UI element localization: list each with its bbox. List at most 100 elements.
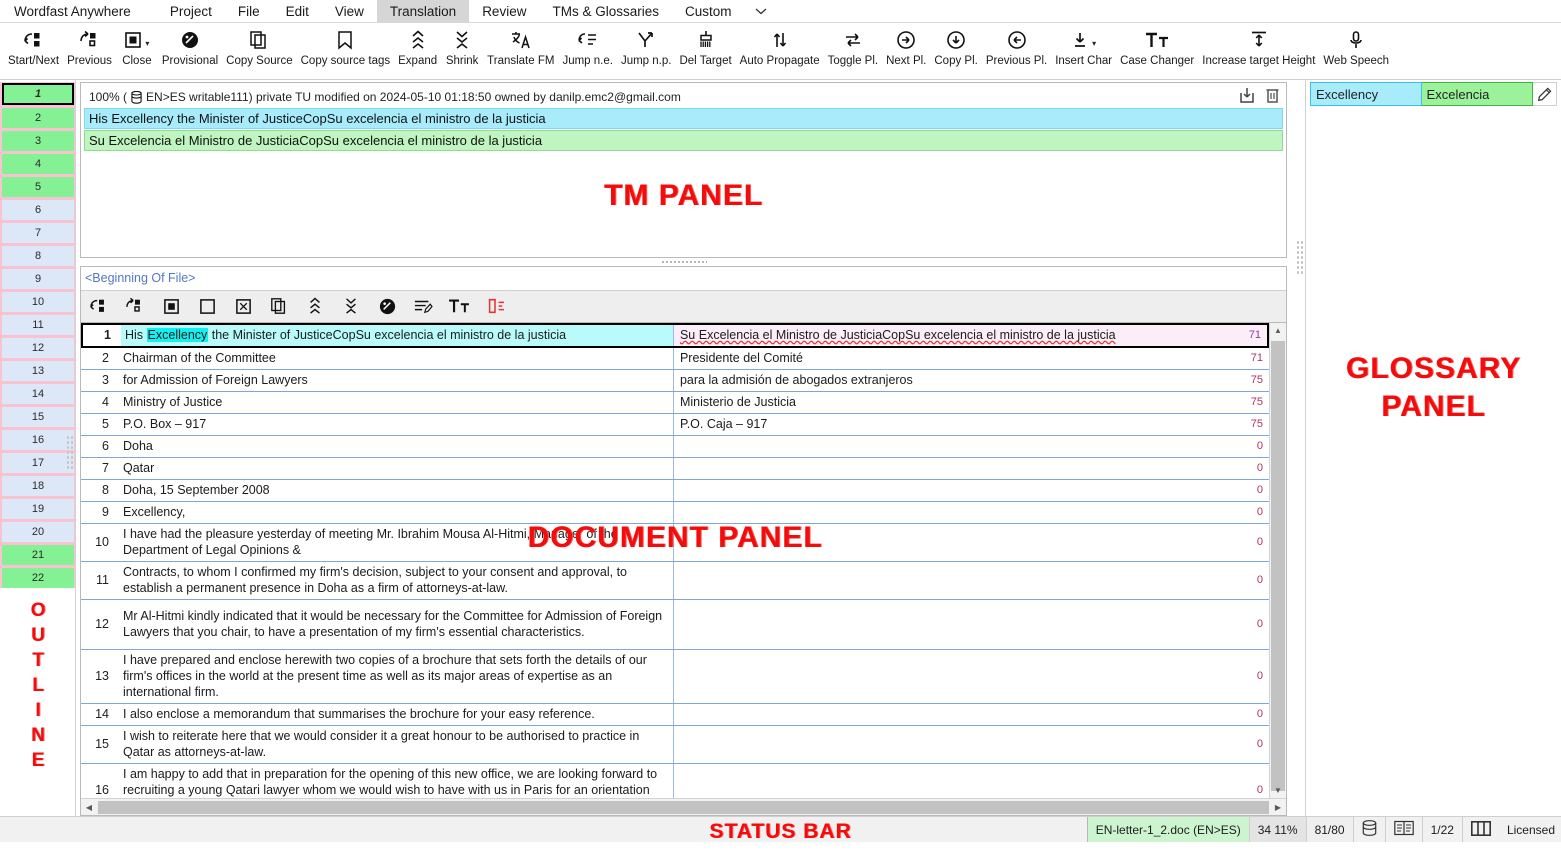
outline-segment[interactable]: 11 <box>2 315 74 335</box>
table-row[interactable]: 14 I also enclose a memorandum that summ… <box>81 703 1269 726</box>
table-row[interactable]: 10 I have had the pleasure yesterday of … <box>81 523 1269 562</box>
menu-item-custom[interactable]: Custom <box>672 0 745 22</box>
table-row[interactable]: 3 for Admission of Foreign Lawyers para … <box>81 369 1269 392</box>
previous-segment-icon[interactable] <box>123 294 147 318</box>
auto-propagate-button[interactable]: Auto Propagate <box>736 23 824 68</box>
copy-source-icon[interactable] <box>267 294 291 318</box>
pencil-edit-icon[interactable] <box>1533 82 1557 106</box>
tm-target-segment[interactable]: Su Excelencia el Ministro de JusticiaCop… <box>84 130 1283 151</box>
table-row[interactable]: 2 Chairman of the Committee Presidente d… <box>81 347 1269 370</box>
status-filename[interactable]: EN-letter-1_2.doc (EN>ES) <box>1086 817 1249 842</box>
menu-item-tms-glossaries[interactable]: TMs & Glossaries <box>539 0 672 22</box>
scroll-up-icon[interactable]: ▲ <box>1270 323 1286 339</box>
outline-segment[interactable]: 19 <box>2 499 74 519</box>
outline-segment[interactable]: 9 <box>2 269 74 289</box>
segment-target[interactable]: para la admisión de abogados extranjeros <box>674 370 1229 391</box>
outline-segment[interactable]: 8 <box>2 246 74 266</box>
outline-segment[interactable]: 2 <box>2 108 74 128</box>
menu-item-translation[interactable]: Translation <box>376 0 470 22</box>
menu-item-file[interactable]: File <box>225 0 273 22</box>
close-segment-icon[interactable] <box>159 294 183 318</box>
glossary-entry-row[interactable]: Excellency Excelencia <box>1310 82 1557 106</box>
segment-source[interactable]: Doha <box>119 435 674 457</box>
start-next-icon[interactable] <box>87 294 111 318</box>
table-row[interactable]: 15 I wish to reiterate here that we woul… <box>81 725 1269 764</box>
glossary-resize-handle[interactable] <box>1295 80 1305 816</box>
table-row[interactable]: 9 Excellency, 0 <box>81 501 1269 524</box>
segment-target[interactable]: Su Excelencia el Ministro de JusticiaCop… <box>673 324 1227 346</box>
table-row[interactable]: 5 P.O. Box – 917 P.O. Caja – 917 75 <box>81 413 1269 436</box>
start-next-button[interactable]: Start/Next <box>4 23 63 68</box>
segment-source[interactable]: P.O. Box – 917 <box>119 413 674 435</box>
segment-target[interactable] <box>674 764 1229 798</box>
case-changer-button[interactable]: Case Changer <box>1116 23 1198 68</box>
segment-target[interactable]: Ministerio de Justicia <box>674 392 1229 413</box>
scrollbar-thumb[interactable] <box>1271 340 1285 791</box>
outline-segment[interactable]: 12 <box>2 338 74 358</box>
download-tm-icon[interactable] <box>1239 87 1255 109</box>
web-speech-button[interactable]: Web Speech <box>1319 23 1393 68</box>
copy-source-tags-button[interactable]: Copy source tags <box>297 23 395 68</box>
table-row[interactable]: 7 Qatar 0 <box>81 457 1269 480</box>
segment-target[interactable]: P.O. Caja – 917 <box>674 414 1229 435</box>
outline-segment[interactable]: 3 <box>2 131 74 151</box>
outline-segment[interactable]: 10 <box>2 292 74 312</box>
outline-segment[interactable]: 6 <box>2 200 74 220</box>
menu-item-edit[interactable]: Edit <box>273 0 322 22</box>
expand-button[interactable]: Expand <box>394 23 441 68</box>
table-row[interactable]: 4 Ministry of Justice Ministerio de Just… <box>81 391 1269 414</box>
table-row[interactable]: 16 I am happy to add that in preparation… <box>81 763 1269 798</box>
segment-source[interactable]: Ministry of Justice <box>119 391 674 413</box>
segment-target[interactable] <box>674 600 1229 649</box>
empty-segment-icon[interactable] <box>195 294 219 318</box>
segment-source[interactable]: Contracts, to whom I confirmed my firm's… <box>119 561 674 599</box>
segment-target[interactable] <box>674 650 1229 703</box>
outline-segment[interactable]: 13 <box>2 361 74 381</box>
segment-source[interactable]: Mr Al-Hitmi kindly indicated that it wou… <box>119 599 674 649</box>
caret-down-icon[interactable]: ▾ <box>1092 40 1096 48</box>
menu-item-wordfast-anywhere[interactable]: Wordfast Anywhere <box>0 0 157 22</box>
segment-source[interactable]: for Admission of Foreign Lawyers <box>119 369 674 391</box>
segment-source[interactable]: Excellency, <box>119 501 674 523</box>
outline-segment[interactable]: 21 <box>2 545 74 565</box>
table-row[interactable]: 8 Doha, 15 September 2008 0 <box>81 479 1269 502</box>
segment-source[interactable]: His Excellency the Minister of JusticeCo… <box>121 324 674 346</box>
delete-segment-icon[interactable] <box>231 294 255 318</box>
status-tm-indicator[interactable] <box>1352 817 1385 842</box>
segment-source[interactable]: I have prepared and enclose herewith two… <box>119 649 674 703</box>
segment-source[interactable]: Qatar <box>119 457 674 479</box>
segment-target[interactable] <box>674 726 1229 763</box>
outline-segment[interactable]: 18 <box>2 476 74 496</box>
menu-item-view[interactable]: View <box>322 0 377 22</box>
edit-note-icon[interactable] <box>411 294 435 318</box>
segment-source[interactable]: Doha, 15 September 2008 <box>119 479 674 501</box>
segment-source[interactable]: Chairman of the Committee <box>119 347 674 369</box>
tm-source-segment[interactable]: His Excellency the Minister of JusticeCo… <box>84 108 1283 129</box>
outline-segment[interactable]: 5 <box>2 177 74 197</box>
status-glossary-indicator[interactable] <box>1384 817 1422 842</box>
shrink-icon[interactable] <box>339 294 363 318</box>
segment-target[interactable] <box>674 524 1229 561</box>
scrollbar-thumb[interactable] <box>98 800 1269 814</box>
table-row[interactable]: 6 Doha 0 <box>81 435 1269 458</box>
segment-source[interactable]: I have had the pleasure yesterday of mee… <box>119 523 674 561</box>
caret-down-icon[interactable]: ▾ <box>145 40 149 48</box>
table-row[interactable]: 13 I have prepared and enclose herewith … <box>81 649 1269 704</box>
table-row[interactable]: 11 Contracts, to whom I confirmed my fir… <box>81 561 1269 600</box>
scroll-left-icon[interactable]: ◀ <box>81 803 97 812</box>
glossary-source-term[interactable]: Excellency <box>1310 82 1422 106</box>
menu-item-project[interactable]: Project <box>157 0 225 22</box>
segment-source[interactable]: I wish to reiterate here that we would c… <box>119 725 674 763</box>
outline-resize-handle[interactable] <box>66 435 75 469</box>
segment-target[interactable] <box>674 458 1229 479</box>
previous-placeable-button[interactable]: Previous Pl. <box>982 23 1051 68</box>
shrink-button[interactable]: Shrink <box>441 23 483 68</box>
document-vertical-scrollbar[interactable]: ▲ ▼ <box>1269 322 1286 798</box>
outline-segment[interactable]: 14 <box>2 384 74 404</box>
segment-source[interactable]: I also enclose a memorandum that summari… <box>119 703 674 725</box>
insert-char-button[interactable]: ▾ Insert Char <box>1051 23 1116 68</box>
delete-target-button[interactable]: Del Target <box>675 23 735 68</box>
jump-next-provisional-button[interactable]: Jump n.p. <box>617 23 676 68</box>
previous-button[interactable]: Previous <box>63 23 116 68</box>
segment-target[interactable] <box>674 436 1229 457</box>
